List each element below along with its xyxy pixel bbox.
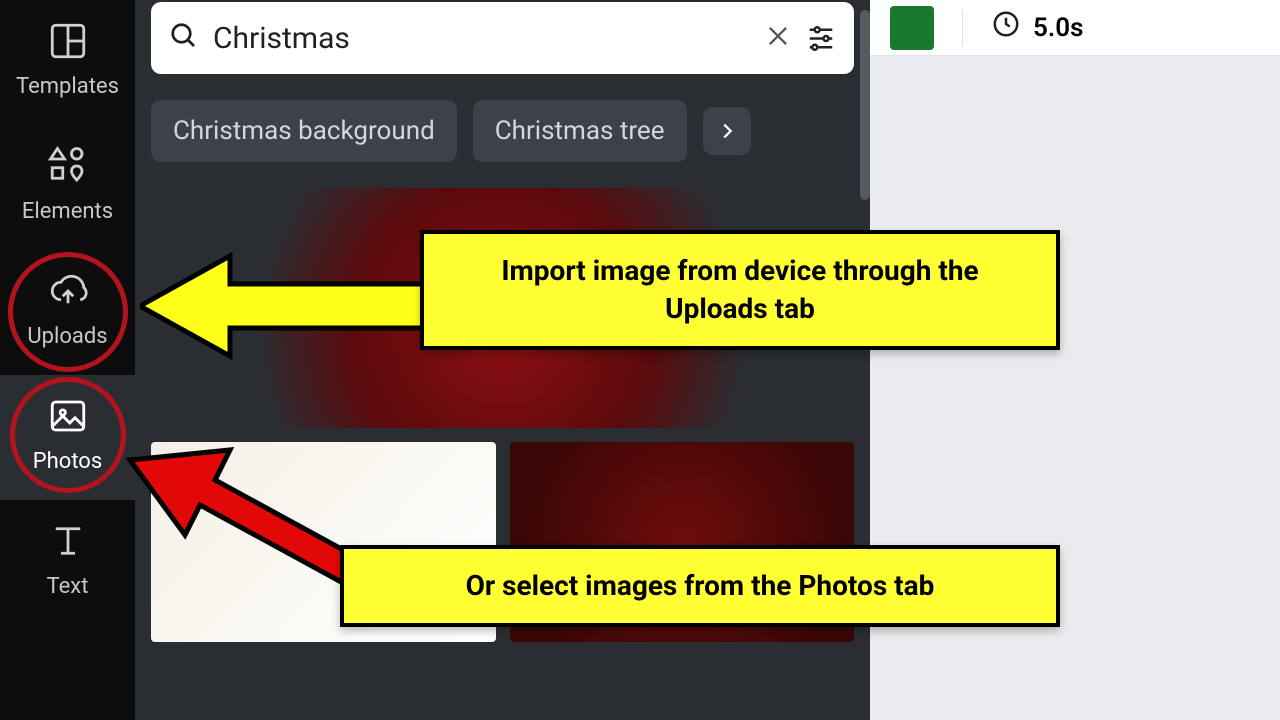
filter-icon[interactable] [806,21,836,55]
clock-icon [991,9,1021,46]
elements-icon [47,145,89,193]
duration-value: 5.0s [1033,13,1083,43]
sidebar-item-uploads[interactable]: Uploads [0,250,135,375]
sidebar-item-elements[interactable]: Elements [0,125,135,250]
text-icon [47,520,89,568]
sidebar-item-label: Uploads [27,324,107,349]
photos-icon [47,395,89,443]
toolbar-divider [962,10,963,46]
clear-icon[interactable] [764,22,792,54]
canvas-toolbar: 5.0s [870,0,1280,56]
chips-next-button[interactable] [703,107,751,155]
color-swatch[interactable] [890,6,934,50]
search-box[interactable]: Christmas [151,2,854,74]
side-nav: Templates Elements Uploads Photos [0,0,135,720]
panel-scrollbar[interactable] [860,10,870,200]
sidebar-item-label: Photos [33,449,102,474]
annotation-callout: Import image from device through the Upl… [420,230,1060,350]
sidebar-item-label: Elements [22,199,113,224]
suggestion-chip[interactable]: Christmas tree [473,100,687,162]
suggestion-chip[interactable]: Christmas background [151,100,457,162]
sidebar-item-label: Templates [16,74,119,99]
annotation-callout: Or select images from the Photos tab [340,545,1060,627]
sidebar-item-label: Text [47,574,89,599]
sidebar-item-text[interactable]: Text [0,500,135,625]
templates-icon [47,20,89,68]
suggestion-chips: Christmas background Christmas tree [151,100,854,162]
annotation-arrow-yellow [140,246,440,386]
sidebar-item-photos[interactable]: Photos [0,375,135,500]
timing-control[interactable]: 5.0s [991,9,1083,46]
uploads-icon [47,270,89,318]
sidebar-item-templates[interactable]: Templates [0,0,135,125]
search-icon [169,21,199,55]
search-input[interactable]: Christmas [213,21,750,56]
